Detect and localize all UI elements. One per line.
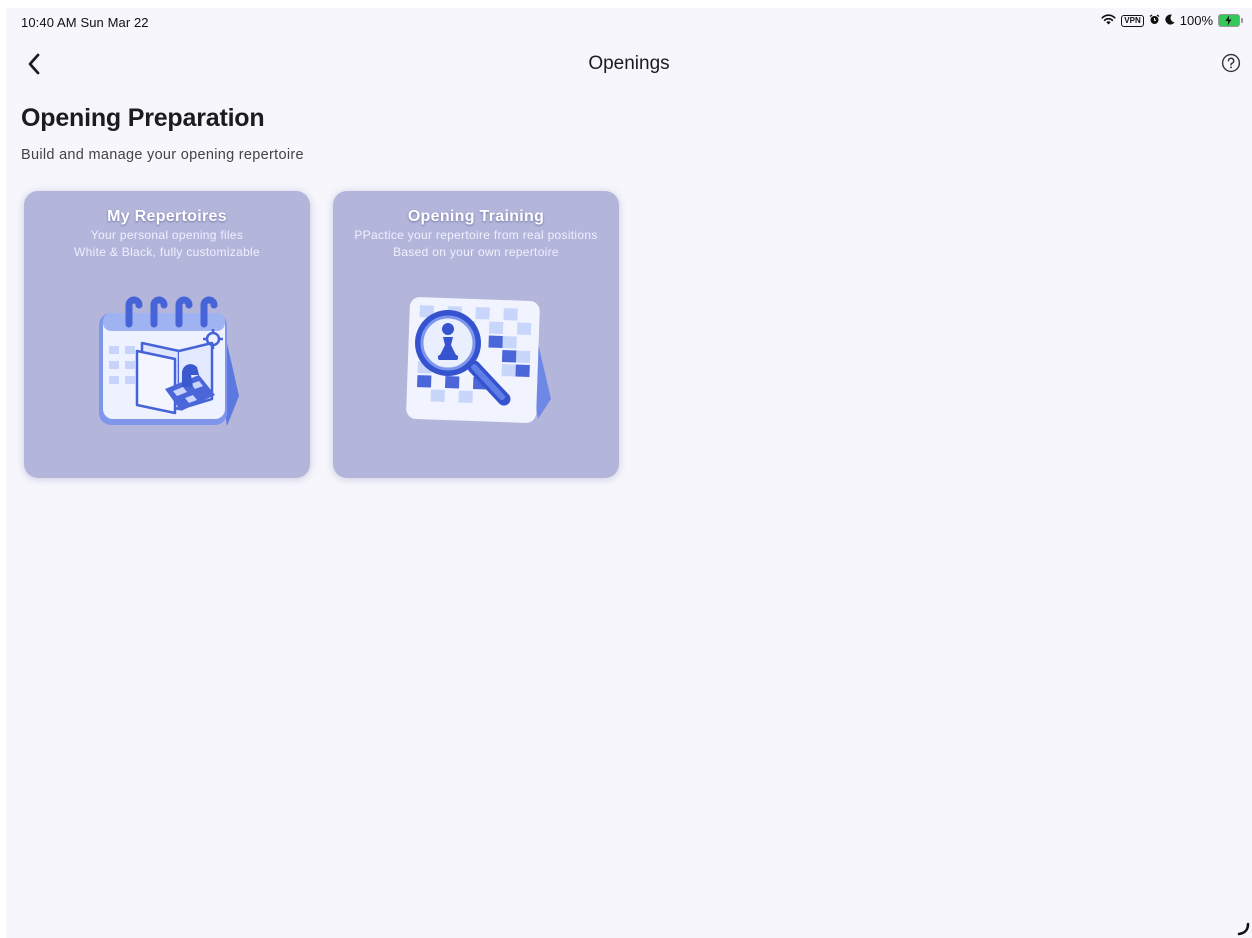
wifi-icon bbox=[1101, 13, 1116, 28]
card-description-line-2: Based on your own repertoire bbox=[393, 245, 559, 259]
help-button[interactable] bbox=[1218, 50, 1244, 76]
status-icons: VPN 100% bbox=[1101, 13, 1243, 28]
card-description-line-1: Your personal opening files bbox=[90, 228, 244, 242]
status-time: 10:40 AM Sun Mar 22 bbox=[21, 15, 149, 30]
alarm-icon bbox=[1149, 13, 1160, 28]
battery-percent: 100% bbox=[1179, 13, 1213, 28]
help-icon bbox=[1221, 53, 1241, 73]
my-repertoires-card[interactable]: My Repertoires Your personal opening fil… bbox=[24, 191, 310, 478]
card-description-line-2: White & Black, fully customizable bbox=[74, 245, 260, 259]
status-bar: 10:40 AM Sun Mar 22 VPN 100% bbox=[6, 8, 1252, 36]
moon-icon bbox=[1165, 13, 1175, 28]
chevron-left-icon bbox=[28, 53, 40, 75]
navigation-bar: Openings bbox=[6, 44, 1252, 84]
card-title: My Repertoires bbox=[107, 208, 227, 225]
opening-training-card[interactable]: Opening Training PPactice your repertoir… bbox=[333, 191, 619, 478]
nav-title: Openings bbox=[588, 53, 670, 74]
back-button[interactable] bbox=[20, 50, 48, 78]
app-screen: 10:40 AM Sun Mar 22 VPN 100% Openings Op… bbox=[6, 8, 1252, 938]
resize-corner-icon bbox=[1237, 922, 1250, 936]
magnifier-pawn-icon bbox=[406, 297, 551, 423]
battery-icon bbox=[1218, 14, 1243, 27]
card-description-line-1: PPactice your repertoire from real posit… bbox=[354, 228, 598, 242]
page-title: Opening Preparation bbox=[21, 104, 265, 132]
vpn-indicator: VPN bbox=[1121, 14, 1144, 27]
calendar-book-icon bbox=[99, 296, 239, 426]
card-title: Opening Training bbox=[407, 208, 545, 225]
page-subtitle: Build and manage your opening repertoire bbox=[21, 147, 304, 163]
